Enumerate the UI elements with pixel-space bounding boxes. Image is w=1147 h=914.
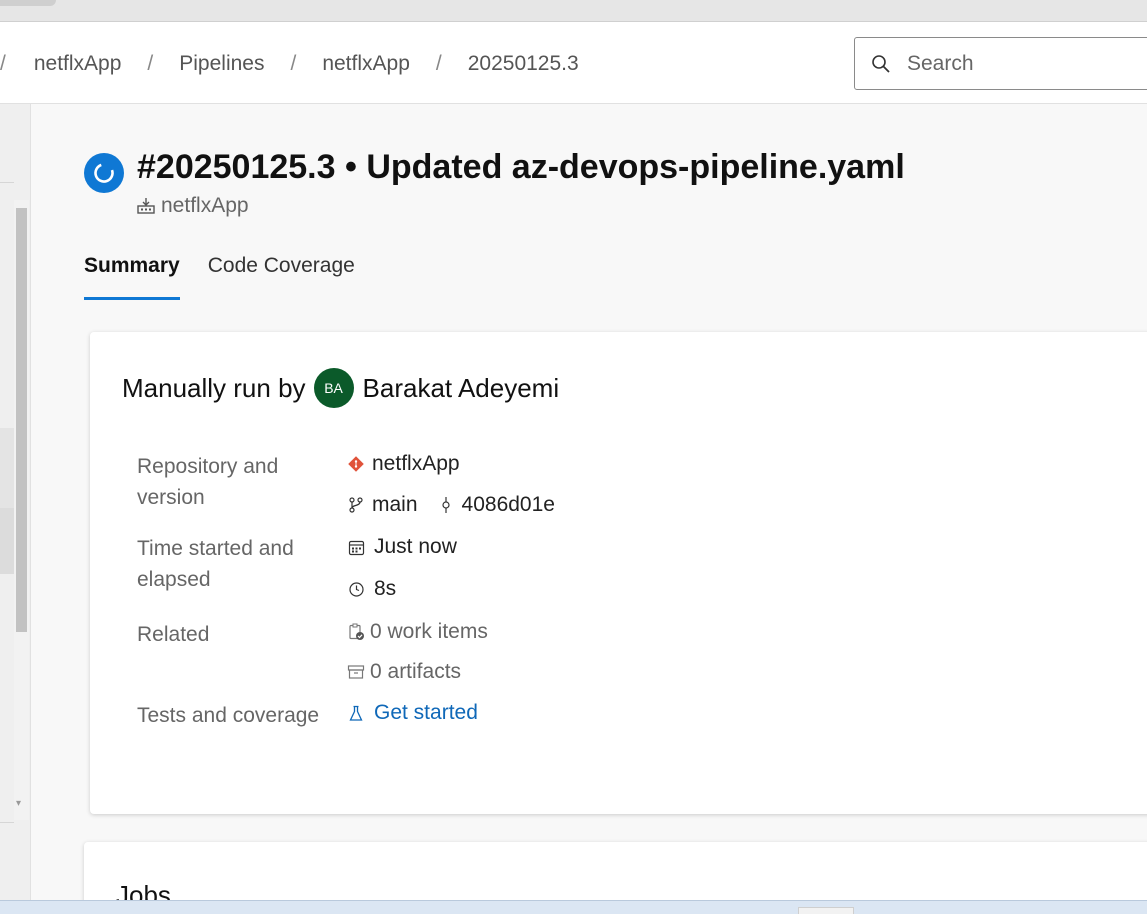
nav-divider (0, 182, 14, 183)
search-input[interactable]: Search (854, 37, 1147, 90)
browser-tab[interactable] (0, 0, 56, 6)
repository-value[interactable]: netflxApp (346, 452, 460, 476)
branch-commit-row: main 4086d01e (346, 493, 555, 517)
tab-summary[interactable]: Summary (84, 254, 180, 300)
started-row: Just now (346, 535, 457, 559)
avatar[interactable]: BA (313, 368, 354, 408)
breadcrumb-separator: / (147, 52, 154, 75)
git-repo-icon (346, 455, 366, 473)
work-items-row[interactable]: 0 work items (346, 620, 488, 644)
time-label: Time started and elapsed (137, 537, 294, 591)
elapsed-row: 8s (346, 577, 396, 601)
nav-scrollbar-thumb[interactable] (16, 208, 27, 632)
browser-strip (0, 0, 1147, 22)
get-started-link[interactable]: Get started (374, 701, 478, 725)
work-items-value: 0 work items (370, 620, 488, 643)
repository-label: Repository and version (137, 455, 279, 509)
commit-icon (436, 496, 456, 514)
page-title: #20250125.3 • Updated az-devops-pipeline… (137, 148, 905, 186)
breadcrumb: / netflxApp / Pipelines / netflxApp / 20… (0, 52, 579, 76)
breadcrumb-separator: / (0, 52, 6, 75)
pipeline-name: netflxApp (161, 194, 249, 217)
flask-icon (346, 705, 366, 722)
breadcrumb-run[interactable]: 20250125.3 (468, 52, 579, 76)
breadcrumb-separator: / (290, 52, 297, 75)
tab-code-coverage[interactable]: Code Coverage (208, 254, 355, 300)
search-placeholder: Search (907, 51, 974, 75)
scroll-down-arrow-icon[interactable]: ▾ (16, 798, 21, 809)
breadcrumb-pipeline[interactable]: netflxApp (322, 52, 410, 76)
run-by-heading: Manually run by BA Barakat Adeyemi (122, 368, 559, 408)
calendar-icon (346, 539, 366, 556)
search-icon (872, 54, 890, 73)
summary-card: Manually run by BA Barakat Adeyemi Repos… (90, 332, 1147, 814)
run-by-prefix: Manually run by (122, 372, 306, 403)
branch-icon (346, 496, 366, 514)
artifact-icon (346, 663, 366, 681)
artifacts-row[interactable]: 0 artifacts (346, 660, 461, 684)
top-bar: / netflxApp / Pipelines / netflxApp / 20… (0, 22, 1147, 104)
tests-label: Tests and coverage (137, 704, 320, 727)
taskbar (0, 900, 1147, 914)
nav-item-selected[interactable] (0, 508, 14, 574)
in-progress-icon (84, 153, 124, 193)
nav-item[interactable] (0, 428, 14, 508)
clock-icon (346, 581, 366, 598)
work-item-icon (346, 623, 366, 641)
started-value: Just now (374, 535, 457, 558)
tests-row[interactable]: Get started (346, 701, 478, 725)
pipeline-icon (137, 198, 155, 214)
branch-name[interactable]: main (372, 493, 418, 517)
breadcrumb-separator: / (435, 52, 442, 75)
nav-divider (0, 822, 14, 823)
repository-name: netflxApp (372, 452, 460, 475)
breadcrumb-pipelines[interactable]: Pipelines (179, 52, 264, 76)
user-name[interactable]: Barakat Adeyemi (363, 373, 560, 404)
artifacts-value: 0 artifacts (370, 660, 462, 683)
breadcrumb-project[interactable]: netflxApp (34, 52, 122, 76)
tab-bar: Summary Code Coverage (84, 254, 383, 300)
pipeline-subtitle[interactable]: netflxApp (137, 194, 249, 218)
commit-hash[interactable]: 4086d01e (462, 493, 555, 517)
left-nav-rail: ▾ (0, 104, 31, 904)
related-label: Related (137, 623, 210, 646)
elapsed-value: 8s (374, 577, 397, 600)
taskbar-item[interactable] (798, 907, 854, 914)
